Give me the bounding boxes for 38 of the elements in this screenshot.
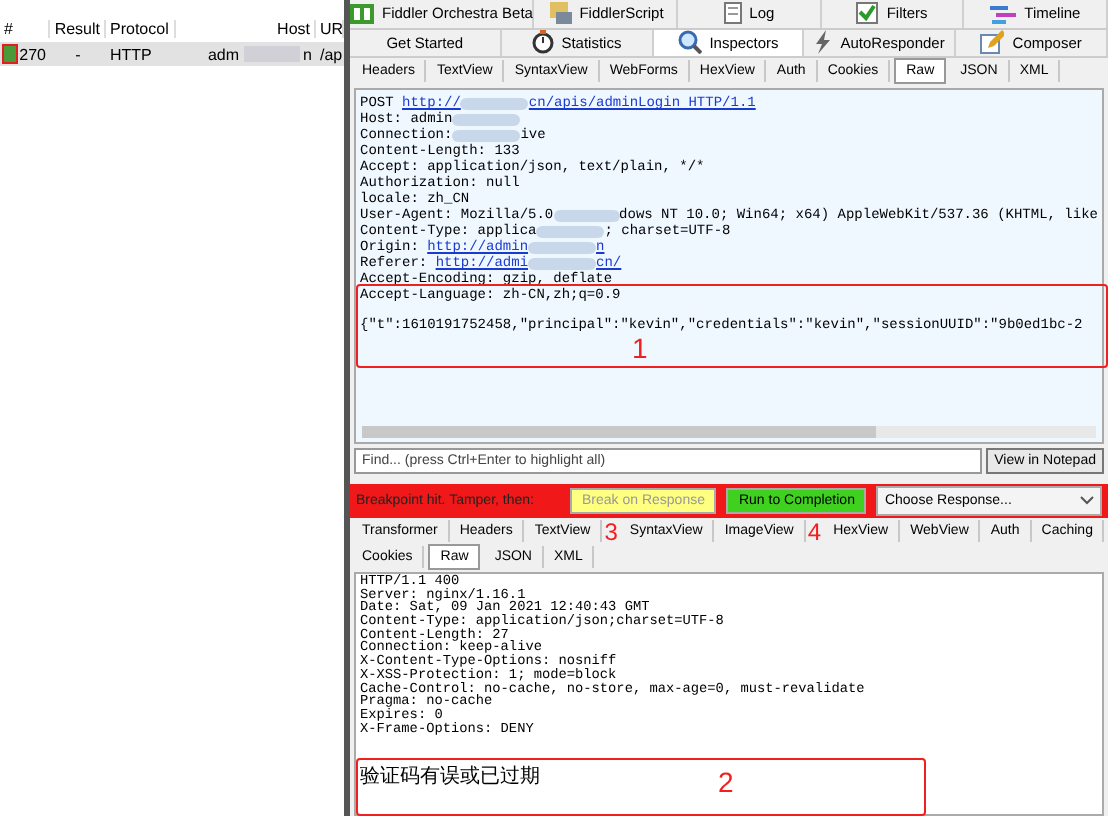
column-header[interactable]: Host (176, 19, 316, 37)
response-body-text: 验证码有误或已过期 (360, 766, 540, 789)
redaction-blur (452, 130, 521, 142)
redaction-blur (452, 114, 521, 126)
column-header[interactable]: Protocol (106, 19, 176, 37)
request-text-area[interactable] (354, 88, 1104, 444)
table-cell-text: HTTP (108, 45, 154, 63)
pencil-icon (980, 30, 1005, 55)
annotation-number: 4 (805, 519, 824, 543)
redaction-blur (536, 226, 605, 238)
lightning-icon (814, 30, 833, 55)
horizontal-scrollbar[interactable] (362, 426, 1096, 438)
session-row[interactable]: 270 - HTTP adm n /ap (0, 42, 344, 66)
annotation-number: 2 (718, 768, 734, 796)
table-cell-text: - (73, 45, 83, 63)
column-header[interactable]: UR (316, 19, 344, 37)
annotation-number: 3 (602, 519, 620, 543)
caret-icon (1080, 496, 1094, 506)
script-icon (547, 2, 572, 25)
redaction-blur (528, 242, 597, 254)
table-cell: n (303, 45, 312, 63)
table-cell: 270 (19, 45, 46, 63)
badge-icon (350, 3, 374, 24)
column-header[interactable]: Result (50, 19, 106, 37)
stopwatch-icon (531, 30, 554, 55)
redaction-blur (460, 98, 529, 110)
table-cell: adm (207, 45, 240, 63)
session-icon (4, 46, 16, 62)
table-cell-text: /ap (318, 45, 344, 63)
annotation-number: 1 (632, 334, 648, 362)
column-header[interactable]: # (0, 19, 50, 37)
timeline-icon (990, 3, 1017, 24)
checkbox-icon (856, 2, 879, 25)
response-text-area[interactable] (354, 572, 1104, 816)
magnifier-icon (677, 30, 702, 55)
redaction-blur (528, 258, 597, 270)
redaction-blur (553, 210, 620, 222)
document-icon (723, 2, 742, 25)
